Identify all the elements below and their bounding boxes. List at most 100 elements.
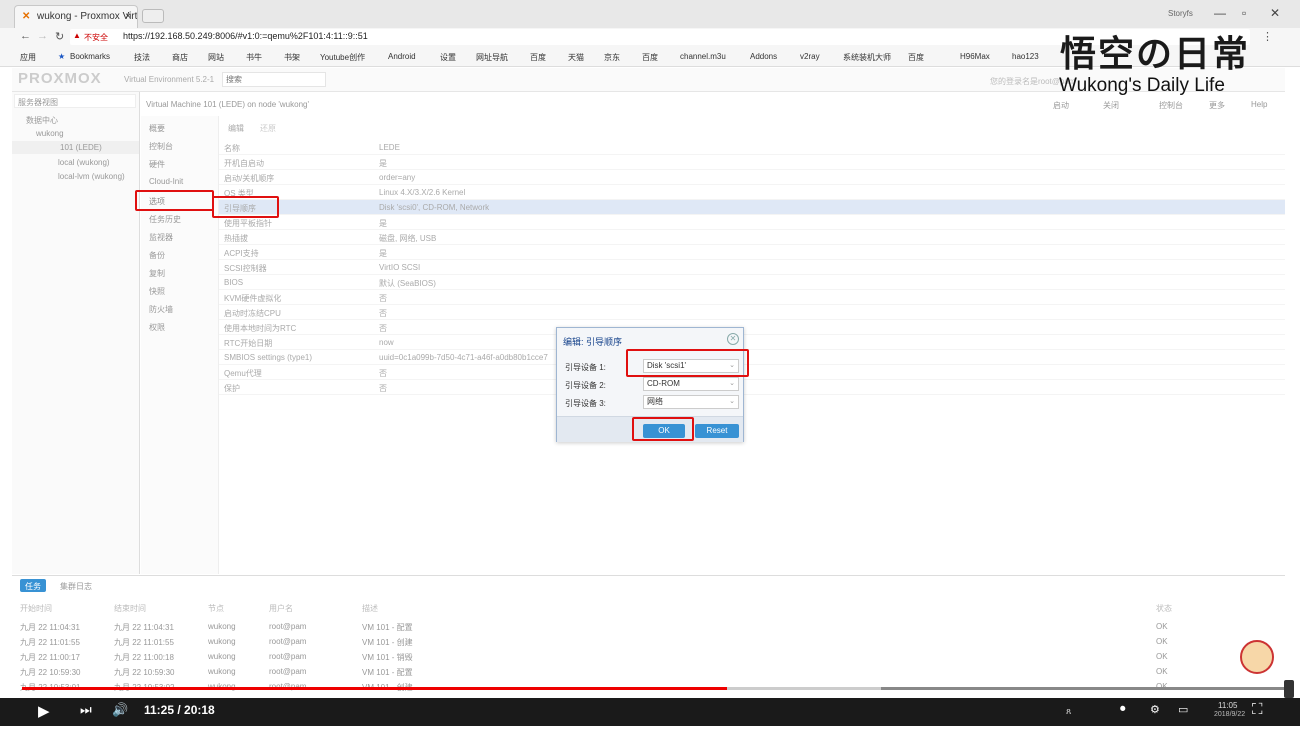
option-row[interactable]: SCSI控制器 VirtIO SCSI <box>219 260 1285 275</box>
col-desc[interactable]: 描述 <box>362 603 378 614</box>
tree-storage-local-lvm[interactable]: local-lvm (wukong) <box>58 172 125 181</box>
miniplayer-icon[interactable]: ▭ <box>1178 703 1188 716</box>
option-row[interactable]: 启动时冻结CPU 否 <box>219 305 1285 320</box>
option-row[interactable]: 使用本地时间为RTC 否 <box>219 320 1285 335</box>
bookmark-item[interactable]: Youtube创作 <box>320 52 365 63</box>
bookmark-item[interactable]: 书牛 <box>246 52 262 63</box>
bookmark-item[interactable]: 网址导航 <box>476 52 508 63</box>
console-button[interactable]: 控制台 <box>1159 100 1183 111</box>
menu-snapshots[interactable]: 快照 <box>149 286 165 297</box>
task-cell: VM 101 - 创建 <box>362 638 413 647</box>
tab-close-icon[interactable]: × <box>125 6 131 27</box>
minimize-icon[interactable]: — <box>1214 6 1226 20</box>
option-key: 启动时冻结CPU <box>224 309 281 318</box>
url-text[interactable]: https://192.168.50.249:8006/#v1:0:=qemu%… <box>123 31 368 41</box>
option-row[interactable]: 保护 否 <box>219 380 1285 395</box>
bookmark-item[interactable]: 百度 <box>530 52 546 63</box>
menu-cloudinit[interactable]: Cloud-Init <box>149 177 183 186</box>
option-row[interactable]: 开机自启动 是 <box>219 155 1285 170</box>
bookmark-item[interactable]: v2ray <box>800 52 820 61</box>
option-value: 否 <box>379 324 387 333</box>
option-row-boot-order[interactable]: 引导顺序 Disk 'scsi0', CD-ROM, Network <box>219 200 1285 215</box>
option-row[interactable]: BIOS 默认 (SeaBIOS) <box>219 275 1285 290</box>
option-row[interactable]: Qemu代理 否 <box>219 365 1285 380</box>
cluster-log-tab[interactable]: 集群日志 <box>60 581 92 592</box>
bookmark-item[interactable]: 书架 <box>284 52 300 63</box>
next-icon[interactable]: ⏭ <box>80 702 92 718</box>
option-row[interactable]: KVM硬件虚拟化 否 <box>219 290 1285 305</box>
forward-icon[interactable]: → <box>37 30 48 42</box>
menu-backup[interactable]: 备份 <box>149 250 165 261</box>
col-user[interactable]: 用户名 <box>269 603 293 614</box>
bookmark-item[interactable]: 天猫 <box>568 52 584 63</box>
option-row[interactable]: 名称 LEDE <box>219 140 1285 155</box>
settings-gear-icon[interactable]: ⚙ <box>1150 703 1160 716</box>
col-end[interactable]: 结束时间 <box>114 603 146 614</box>
bookmark-item[interactable]: channel.m3u <box>680 52 726 61</box>
menu-summary[interactable]: 概要 <box>149 123 165 134</box>
menu-hardware[interactable]: 硬件 <box>149 159 165 170</box>
bookmark-item[interactable]: 系统装机大师 <box>843 52 891 63</box>
tasks-tab-active[interactable]: 任务 <box>20 579 46 592</box>
edit-button[interactable]: 编辑 <box>228 123 244 134</box>
bookmark-item[interactable]: 设置 <box>440 52 456 63</box>
option-row[interactable]: SMBIOS settings (type1) uuid=0c1a099b-7d5… <box>219 350 1285 365</box>
option-row[interactable]: 热插拔 磁盘, 网络, USB <box>219 230 1285 245</box>
bookmark-item[interactable]: 商店 <box>172 52 188 63</box>
shutdown-button[interactable]: 关闭 <box>1103 100 1119 111</box>
menu-replication[interactable]: 复制 <box>149 268 165 279</box>
reset-button[interactable]: Reset <box>695 424 739 438</box>
menu-firewall[interactable]: 防火墙 <box>149 304 173 315</box>
task-cell: VM 101 - 销毁 <box>362 653 413 662</box>
view-selector[interactable]: 服务器视图 <box>14 94 136 108</box>
more-button[interactable]: 更多 <box>1209 100 1225 111</box>
fullscreen-icon[interactable]: ⛶ <box>1252 701 1263 718</box>
bookmark-item[interactable]: 技法 <box>134 52 150 63</box>
tree-vm-101[interactable]: 101 (LEDE) <box>60 143 102 152</box>
option-row[interactable]: 启动/关机顺序 order=any <box>219 170 1285 185</box>
browser-tab[interactable]: ✕ wukong - Proxmox Virt × <box>14 5 138 28</box>
col-node[interactable]: 节点 <box>208 603 224 614</box>
close-window-icon[interactable]: ✕ <box>1270 6 1280 20</box>
tree-datacenter[interactable]: 数据中心 <box>26 115 58 126</box>
start-button[interactable]: 启动 <box>1053 100 1069 111</box>
bookmark-item[interactable]: H96Max <box>960 52 990 61</box>
tree-storage-local[interactable]: local (wukong) <box>58 158 110 167</box>
option-row[interactable]: 使用平板指针 是 <box>219 215 1285 230</box>
bookmark-item[interactable]: hao123 <box>1012 52 1039 61</box>
play-icon[interactable]: ▶ <box>38 702 50 720</box>
highlight-options-menu <box>135 190 214 211</box>
autoplay-icon[interactable]: ⏺ <box>1120 703 1126 716</box>
bookmark-item[interactable]: 百度 <box>642 52 658 63</box>
menu-console[interactable]: 控制台 <box>149 141 173 152</box>
bookmark-item[interactable]: 网站 <box>208 52 224 63</box>
bookmark-item[interactable]: Addons <box>750 52 777 61</box>
scroll-handle[interactable] <box>1284 680 1294 698</box>
bookmark-item[interactable]: 百度 <box>908 52 924 63</box>
boot-device-2-select[interactable]: CD-ROM ⌄ <box>643 377 739 391</box>
menu-monitor[interactable]: 监视器 <box>149 232 173 243</box>
close-icon[interactable]: ✕ <box>727 333 739 345</box>
option-row[interactable]: ACPI支持 是 <box>219 245 1285 260</box>
channel-avatar-icon[interactable] <box>1240 640 1274 674</box>
menu-task-history[interactable]: 任务历史 <box>149 214 181 225</box>
boot-device-3-select[interactable]: 网络 ⌄ <box>643 395 739 409</box>
tree-node-wukong[interactable]: wukong <box>36 129 64 138</box>
bookmark-item[interactable]: 京东 <box>604 52 620 63</box>
bookmark-item[interactable]: 应用 <box>20 52 36 63</box>
volume-icon[interactable]: 🔊 <box>112 702 128 718</box>
col-status[interactable]: 状态 <box>1156 603 1172 614</box>
option-row[interactable]: OS 类型 Linux 4.X/3.X/2.6 Kernel <box>219 185 1285 200</box>
bookmark-item[interactable]: Bookmarks <box>70 52 110 61</box>
pve-search-input[interactable] <box>222 72 326 87</box>
menu-permissions[interactable]: 权限 <box>149 322 165 333</box>
help-button[interactable]: Help <box>1251 100 1267 109</box>
back-icon[interactable]: ← <box>20 30 31 42</box>
bookmark-item[interactable]: Android <box>388 52 416 61</box>
restore-icon[interactable]: ▫ <box>1242 6 1246 20</box>
option-row[interactable]: RTC开始日期 now <box>219 335 1285 350</box>
revert-button[interactable]: 还原 <box>260 123 276 134</box>
new-tab-button[interactable] <box>142 9 164 23</box>
col-start[interactable]: 开始时间 <box>20 603 52 614</box>
reload-icon[interactable]: ↻ <box>55 30 64 43</box>
